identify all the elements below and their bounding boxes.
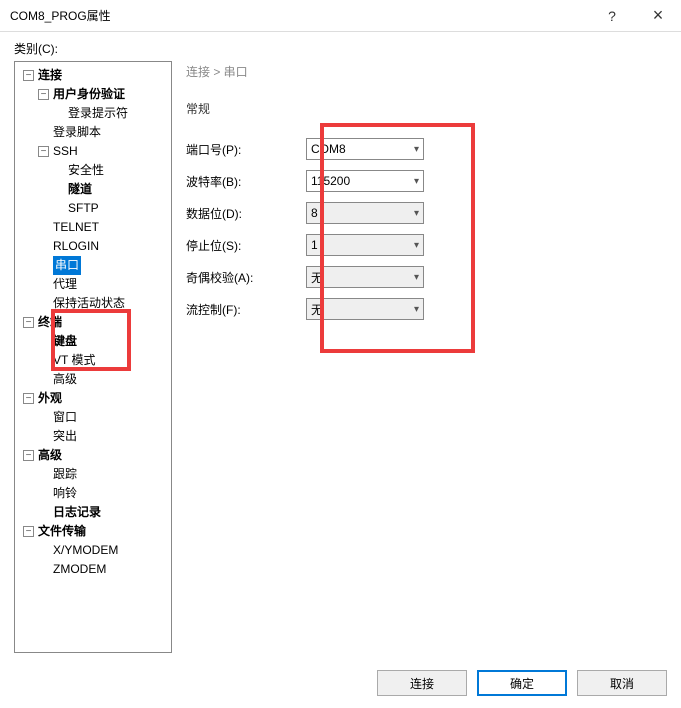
- titlebar: COM8_PROG属性 ? ×: [0, 0, 681, 32]
- dialog-buttons: 连接 确定 取消: [377, 670, 667, 696]
- chevron-down-icon: ▾: [414, 304, 419, 315]
- tree-terminal[interactable]: 终端: [38, 313, 62, 332]
- collapse-icon[interactable]: −: [38, 146, 49, 157]
- chevron-down-icon: ▾: [414, 272, 419, 283]
- tree-login-prompt[interactable]: 登录提示符: [68, 104, 128, 123]
- tree-proxy[interactable]: 代理: [53, 275, 77, 294]
- chevron-down-icon: ▾: [414, 176, 419, 187]
- help-button[interactable]: ?: [589, 0, 635, 32]
- chevron-down-icon: ▾: [414, 240, 419, 251]
- close-button[interactable]: ×: [635, 0, 681, 32]
- tree-rlogin[interactable]: RLOGIN: [53, 237, 99, 256]
- tree-window[interactable]: 窗口: [53, 408, 77, 427]
- chevron-down-icon: ▾: [414, 144, 419, 155]
- tree-xymodem[interactable]: X/YMODEM: [53, 541, 118, 560]
- category-label: 类别(C):: [14, 40, 667, 57]
- port-label: 端口号(P):: [186, 141, 306, 158]
- tree-tunnel[interactable]: 隧道: [68, 180, 92, 199]
- stopbits-combo[interactable]: 1▾: [306, 234, 424, 256]
- tree-ssh[interactable]: SSH: [53, 142, 78, 161]
- flow-label: 流控制(F):: [186, 301, 306, 318]
- tree-sftp[interactable]: SFTP: [68, 199, 99, 218]
- section-title: 常规: [186, 100, 657, 117]
- parity-combo[interactable]: 无▾: [306, 266, 424, 288]
- tree-keepalive[interactable]: 保持活动状态: [53, 294, 125, 313]
- tree-zmodem[interactable]: ZMODEM: [53, 560, 106, 579]
- tree-advanced[interactable]: 高级: [38, 446, 62, 465]
- tree-advanced-terminal[interactable]: 高级: [53, 370, 77, 389]
- chevron-down-icon: ▾: [414, 208, 419, 219]
- tree-filetransfer[interactable]: 文件传输: [38, 522, 86, 541]
- collapse-icon[interactable]: −: [38, 89, 49, 100]
- window-title: COM8_PROG属性: [10, 7, 589, 24]
- tree-appearance[interactable]: 外观: [38, 389, 62, 408]
- ok-button[interactable]: 确定: [477, 670, 567, 696]
- tree-trace[interactable]: 跟踪: [53, 465, 77, 484]
- stopbits-label: 停止位(S):: [186, 237, 306, 254]
- collapse-icon[interactable]: −: [23, 450, 34, 461]
- tree-bell[interactable]: 响铃: [53, 484, 77, 503]
- collapse-icon[interactable]: −: [23, 393, 34, 404]
- settings-panel: 连接 > 串口 常规 端口号(P): COM8▾ 波特率(B): 115200▾…: [186, 61, 667, 653]
- category-tree[interactable]: −连接 −用户身份验证 登录提示符 登录脚本 −SSH 安全性 隧道 SFTP …: [14, 61, 172, 653]
- tree-auth[interactable]: 用户身份验证: [53, 85, 125, 104]
- databits-combo[interactable]: 8▾: [306, 202, 424, 224]
- tree-logging[interactable]: 日志记录: [53, 503, 101, 522]
- tree-vtmode[interactable]: VT 模式: [53, 351, 95, 370]
- tree-connection[interactable]: 连接: [38, 66, 62, 85]
- tree-serial[interactable]: 串口: [53, 256, 81, 275]
- tree-keyboard[interactable]: 键盘: [53, 332, 77, 351]
- port-combo[interactable]: COM8▾: [306, 138, 424, 160]
- collapse-icon[interactable]: −: [23, 317, 34, 328]
- tree-security[interactable]: 安全性: [68, 161, 104, 180]
- cancel-button[interactable]: 取消: [577, 670, 667, 696]
- connect-button[interactable]: 连接: [377, 670, 467, 696]
- tree-login-script[interactable]: 登录脚本: [53, 123, 101, 142]
- databits-label: 数据位(D):: [186, 205, 306, 222]
- breadcrumb: 连接 > 串口: [186, 63, 657, 80]
- flow-combo[interactable]: 无▾: [306, 298, 424, 320]
- collapse-icon[interactable]: −: [23, 70, 34, 81]
- tree-highlight[interactable]: 突出: [53, 427, 77, 446]
- tree-telnet[interactable]: TELNET: [53, 218, 99, 237]
- parity-label: 奇偶校验(A):: [186, 269, 306, 286]
- collapse-icon[interactable]: −: [23, 526, 34, 537]
- baud-combo[interactable]: 115200▾: [306, 170, 424, 192]
- baud-label: 波特率(B):: [186, 173, 306, 190]
